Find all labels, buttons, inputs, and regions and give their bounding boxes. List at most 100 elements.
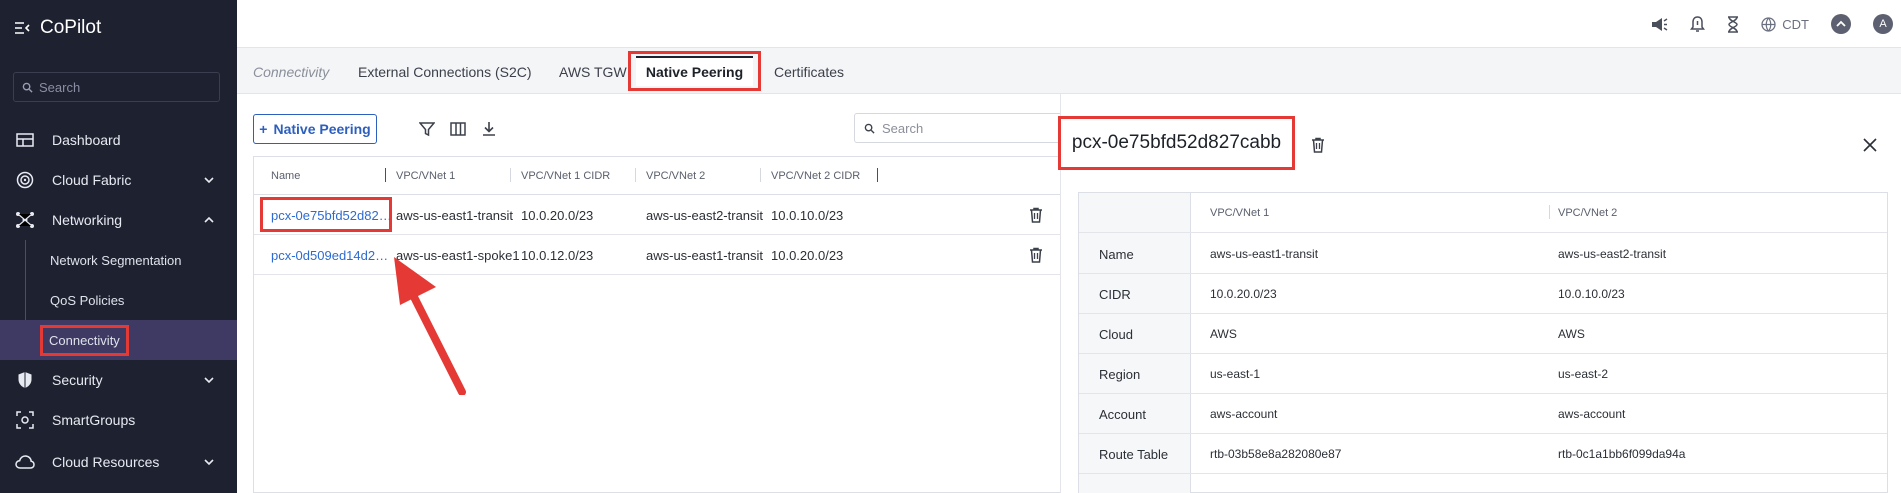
column-header-vnet2[interactable]: VPC/VNet 2 xyxy=(646,170,705,182)
dashboard-icon xyxy=(15,130,35,150)
download-icon[interactable] xyxy=(481,121,497,137)
detail-panel: pcx-0e75bfd52d827cabb VPC/VNet 1 VPC/VNe… xyxy=(1058,94,1901,493)
trash-icon[interactable] xyxy=(1311,137,1325,153)
sidebar: CoPilot Dashboard Cloud Fabric Networkin… xyxy=(0,0,237,493)
smartgroups-icon xyxy=(15,410,35,430)
detail-row-label: Name xyxy=(1099,247,1134,262)
cell-vnet2: aws-us-east1-transit xyxy=(646,248,764,263)
tab-external-connections[interactable]: External Connections (S2C) xyxy=(358,64,532,80)
search-icon xyxy=(864,123,875,134)
column-divider xyxy=(760,168,761,182)
sidebar-item-networking[interactable]: Networking xyxy=(0,200,237,240)
top-actions: CDT A xyxy=(1651,0,1901,48)
sidebar-item-label: QoS Policies xyxy=(50,292,125,308)
columns-icon[interactable] xyxy=(450,121,466,137)
cell-vnet2-cidr: 10.0.20.0/23 xyxy=(771,248,844,263)
peering-name-link[interactable]: pcx-0d509ed14d2… xyxy=(271,248,388,263)
sidebar-search[interactable] xyxy=(13,72,220,102)
tab-bar: Connectivity External Connections (S2C) … xyxy=(237,49,1901,94)
globe-icon xyxy=(1761,16,1776,32)
detail-column-header: VPC/VNet 1 xyxy=(1210,207,1270,219)
timezone-selector[interactable]: CDT xyxy=(1761,17,1809,32)
chevron-down-icon xyxy=(204,459,214,466)
detail-row-label: Cloud xyxy=(1099,327,1133,342)
detail-value: 10.0.10.0/23 xyxy=(1558,287,1625,301)
close-icon[interactable] xyxy=(1863,138,1877,152)
cell-vnet2: aws-us-east2-transit xyxy=(646,208,764,223)
detail-row: Account aws-account aws-account xyxy=(1079,394,1887,434)
cloud-icon xyxy=(15,452,35,472)
column-resize-handle[interactable] xyxy=(385,168,386,182)
avatar[interactable]: A xyxy=(1873,14,1893,34)
peering-list-panel: + Native Peering Name VPC/VNet 1 VPC/VNe… xyxy=(237,94,1064,493)
expand-up-icon[interactable] xyxy=(1831,14,1851,34)
tab-native-peering[interactable]: Native Peering xyxy=(635,56,754,86)
column-header-vnet1[interactable]: VPC/VNet 1 xyxy=(396,170,455,182)
column-divider xyxy=(510,168,511,182)
chevron-down-icon xyxy=(204,177,214,184)
sidebar-search-input[interactable] xyxy=(39,79,209,95)
detail-value: aws-account xyxy=(1558,407,1626,421)
sidebar-item-qos-policies[interactable]: QoS Policies xyxy=(0,280,237,320)
column-divider xyxy=(1549,205,1550,219)
table-header: Name VPC/VNet 1 VPC/VNet 1 CIDR VPC/VNet… xyxy=(254,157,1061,195)
table-row[interactable]: pcx-0d509ed14d2… aws-us-east1-spoke1 10.… xyxy=(254,235,1061,275)
add-native-peering-label: Native Peering xyxy=(273,121,371,137)
announcement-icon[interactable] xyxy=(1651,17,1668,32)
detail-row: Name aws-us-east1-transit aws-us-east2-t… xyxy=(1079,234,1887,274)
detail-row-label: Route Table xyxy=(1099,447,1169,462)
table-row[interactable]: pcx-0e75bfd52d82… aws-us-east1-transit 1… xyxy=(254,195,1061,235)
sidebar-item-cloud-fabric[interactable]: Cloud Fabric xyxy=(0,160,237,200)
sidebar-item-label: SmartGroups xyxy=(52,412,136,428)
column-header-vnet2-cidr[interactable]: VPC/VNet 2 CIDR xyxy=(771,170,860,182)
trash-icon[interactable] xyxy=(1029,247,1043,263)
tab-certificates[interactable]: Certificates xyxy=(774,64,844,80)
detail-value: aws-account xyxy=(1210,407,1278,421)
tab-connectivity[interactable]: Connectivity xyxy=(253,64,329,80)
sidebar-item-label: Networking xyxy=(52,212,123,228)
sidebar-item-label: Dashboard xyxy=(52,132,121,148)
detail-row: Route Table rtb-03b58e8a282080e87 rtb-0c… xyxy=(1079,434,1887,474)
trash-icon[interactable] xyxy=(1029,207,1043,223)
detail-row-label: CIDR xyxy=(1099,287,1131,302)
detail-column-header: VPC/VNet 2 xyxy=(1558,207,1618,219)
detail-value: AWS xyxy=(1210,327,1237,341)
sidebar-item-security[interactable]: Security xyxy=(0,360,237,400)
detail-table: VPC/VNet 1 VPC/VNet 2 Name aws-us-east1-… xyxy=(1078,192,1888,493)
table-search-input[interactable] xyxy=(882,120,1042,136)
sidebar-item-cloud-resources[interactable]: Cloud Resources xyxy=(0,442,237,482)
cell-vnet1-cidr: 10.0.12.0/23 xyxy=(521,248,594,263)
detail-value: aws-us-east1-transit xyxy=(1210,247,1319,261)
detail-row: Cloud AWS AWS xyxy=(1079,314,1887,354)
annotation-arrow xyxy=(394,257,466,395)
timezone-label: CDT xyxy=(1782,16,1809,32)
sidebar-item-label: Connectivity xyxy=(40,324,129,356)
plus-icon: + xyxy=(259,121,268,137)
sidebar-item-network-segmentation[interactable]: Network Segmentation xyxy=(0,240,237,280)
table-search[interactable] xyxy=(854,113,1064,143)
detail-title: pcx-0e75bfd52d827cabb xyxy=(1058,116,1295,170)
add-native-peering-button[interactable]: + Native Peering xyxy=(253,114,377,144)
column-resize-handle[interactable] xyxy=(877,168,878,182)
tab-aws-tgw[interactable]: AWS TGW xyxy=(559,64,627,80)
column-header-name[interactable]: Name xyxy=(271,170,300,182)
column-divider xyxy=(635,168,636,182)
sidebar-item-label: Cloud Fabric xyxy=(52,172,132,188)
detail-value: us-east-1 xyxy=(1210,367,1261,381)
collapse-menu-icon[interactable] xyxy=(14,21,30,35)
hourglass-icon[interactable] xyxy=(1727,15,1739,33)
detail-row-label: Account xyxy=(1099,407,1146,422)
detail-value: rtb-0c1a1bb6f099da94a xyxy=(1558,447,1686,461)
column-header-vnet1-cidr[interactable]: VPC/VNet 1 CIDR xyxy=(521,170,610,182)
sidebar-item-dashboard[interactable]: Dashboard xyxy=(0,120,237,160)
filter-icon[interactable] xyxy=(419,121,435,137)
app-title: CoPilot xyxy=(40,17,102,38)
sidebar-item-connectivity[interactable]: Connectivity xyxy=(0,320,237,360)
sidebar-item-smartgroups[interactable]: SmartGroups xyxy=(0,400,237,440)
tab-native-peering-highlight: Native Peering xyxy=(628,51,761,91)
peering-name-link[interactable]: pcx-0e75bfd52d82… xyxy=(271,208,392,223)
sidebar-item-label: Security xyxy=(52,372,103,388)
detail-row: Region us-east-1 us-east-2 xyxy=(1079,354,1887,394)
alert-bell-icon[interactable] xyxy=(1690,15,1706,33)
peering-table: Name VPC/VNet 1 VPC/VNet 1 CIDR VPC/VNet… xyxy=(253,156,1061,493)
